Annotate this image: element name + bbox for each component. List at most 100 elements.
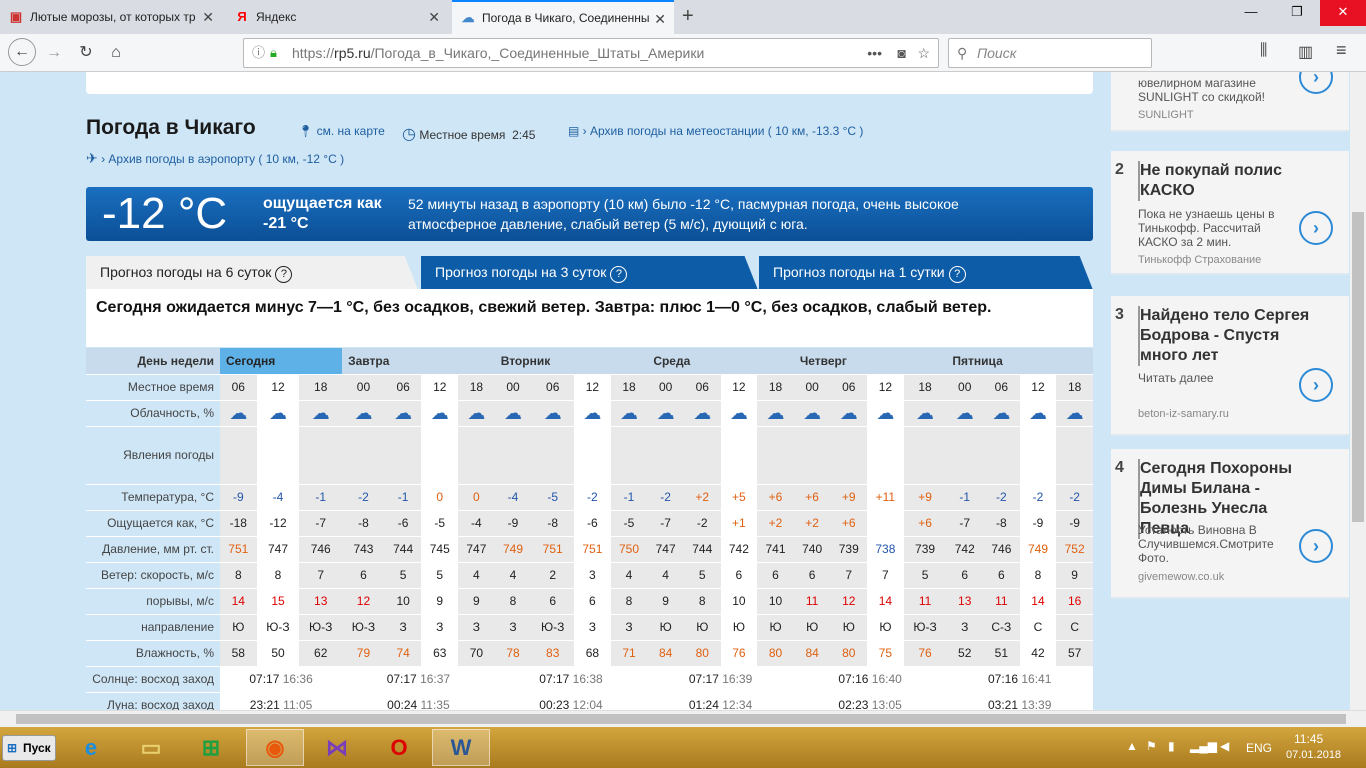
humidity-row-cell: 75 bbox=[867, 640, 904, 667]
vertical-scrollbar[interactable] bbox=[1350, 72, 1366, 710]
temp-row-cell: -4 bbox=[256, 484, 300, 511]
url-bar[interactable]: ⓘ 🔒︎ https://rp5.ru/Погода_в_Чикаго,_Сое… bbox=[243, 38, 939, 68]
archive-airport-link[interactable]: ✈ › Архив погоды в аэропорту ( 10 км, -1… bbox=[86, 150, 344, 167]
archive-icon: ▤ bbox=[568, 124, 580, 138]
phenomena-row: Явления погоды bbox=[86, 426, 1093, 485]
humidity-row-cell: 80 bbox=[683, 640, 721, 667]
phenomena-row-cell bbox=[867, 426, 904, 485]
help-icon[interactable]: ? bbox=[275, 266, 293, 283]
time-row-cell: 06 bbox=[384, 374, 422, 401]
clock-time[interactable]: 11:45 bbox=[1294, 732, 1323, 746]
day-header[interactable]: Пятница bbox=[946, 348, 1093, 375]
day-header[interactable]: Сегодня bbox=[220, 348, 343, 375]
pocket-icon[interactable]: ◙ bbox=[898, 39, 906, 67]
arrow-right-icon[interactable]: › bbox=[1299, 529, 1333, 563]
arrow-right-icon[interactable]: › bbox=[1299, 211, 1333, 245]
ie-icon[interactable]: e bbox=[62, 729, 120, 766]
gust-row-cell: 14 bbox=[867, 588, 904, 615]
tab-forecast-3-days[interactable]: Прогноз погоды на 3 суток? bbox=[421, 256, 758, 290]
phenomena-row-cell bbox=[830, 426, 868, 485]
time-row-cell: 06 bbox=[983, 374, 1020, 401]
day-header[interactable]: Среда bbox=[647, 348, 794, 375]
close-tab-icon[interactable]: ✕ bbox=[428, 9, 440, 26]
more-icon[interactable]: ••• bbox=[867, 39, 882, 67]
pressure-row-cell: 741 bbox=[757, 536, 794, 563]
wind-row-cell: 4 bbox=[494, 562, 532, 589]
ad-4[interactable]: 4 Сегодня Похороны Димы Билана - Болезнь… bbox=[1111, 449, 1349, 599]
feels-row-cell: -8 bbox=[342, 510, 385, 537]
main-column: Погода в Чикаго 📍︎ см. на карте ◷ Местно… bbox=[86, 72, 1093, 710]
battery-icon[interactable]: ▮ bbox=[1168, 739, 1175, 753]
search-input[interactable]: ⚲ Поиск bbox=[948, 38, 1152, 68]
temp-row-cell: -4 bbox=[494, 484, 532, 511]
back-icon[interactable]: ← bbox=[8, 38, 36, 66]
temp-row-cell: -2 bbox=[647, 484, 684, 511]
language-indicator[interactable]: ENG bbox=[1246, 741, 1272, 755]
time-row-cell: 06 bbox=[683, 374, 721, 401]
tab-3[interactable]: ☁ Погода в Чикаго, Соединенны ✕ bbox=[452, 0, 674, 34]
direction-row-cell: З bbox=[421, 614, 459, 641]
help-icon[interactable]: ? bbox=[948, 266, 966, 283]
clock-date[interactable]: 07.01.2018 bbox=[1286, 749, 1341, 761]
visual-studio-icon[interactable]: ⋈ bbox=[308, 729, 366, 766]
flag-icon[interactable]: ⚑ bbox=[1146, 739, 1157, 753]
cloud-row-cell: ☁ bbox=[793, 400, 831, 427]
tab-2[interactable]: Я Яндекс ✕ bbox=[226, 0, 448, 34]
moon-times: 00:24 11:35 bbox=[342, 692, 495, 710]
humidity-row-cell: 78 bbox=[494, 640, 532, 667]
network-icon[interactable]: ▂▄▆ bbox=[1190, 739, 1217, 753]
close-tab-icon[interactable]: ✕ bbox=[654, 11, 666, 28]
cloud-row-cell: ☁ bbox=[903, 400, 947, 427]
help-icon[interactable]: ? bbox=[610, 266, 628, 283]
chevron-up-icon[interactable]: ▲ bbox=[1126, 739, 1138, 753]
firefox-icon[interactable]: ◉ bbox=[246, 729, 304, 766]
cloud-icon: ☁ bbox=[268, 402, 287, 423]
sidebar-icon[interactable]: ▥ bbox=[1298, 42, 1313, 62]
ad-1[interactable]: ювелирном магазине SUNLIGHT со скидкой! … bbox=[1111, 72, 1349, 132]
menu-icon[interactable]: ≡ bbox=[1336, 40, 1347, 61]
pressure-row-cell: 744 bbox=[683, 536, 721, 563]
feels-row-cell: -12 bbox=[256, 510, 300, 537]
scroll-thumb[interactable] bbox=[16, 714, 1346, 724]
forward-icon[interactable]: → bbox=[42, 42, 66, 64]
word-icon[interactable]: W bbox=[432, 729, 490, 766]
explorer-icon[interactable]: ▭ bbox=[122, 729, 180, 766]
info-icon[interactable]: ⓘ bbox=[252, 39, 265, 67]
wind-row-cell: 6 bbox=[946, 562, 984, 589]
store-icon[interactable]: ⊞ bbox=[182, 729, 240, 766]
horizontal-scrollbar[interactable] bbox=[0, 710, 1366, 727]
cloud-icon: ☁ bbox=[467, 402, 486, 423]
page-title: Погода в Чикаго bbox=[86, 116, 256, 139]
arrow-right-icon[interactable]: › bbox=[1299, 368, 1333, 402]
day-header[interactable]: Четверг bbox=[793, 348, 947, 375]
volume-icon[interactable]: ◀︎ bbox=[1220, 739, 1229, 753]
tab-forecast-1-day[interactable]: Прогноз погоды на 1 сутки? bbox=[759, 256, 1093, 290]
time-row-cell: 12 bbox=[1019, 374, 1057, 401]
arrow-right-icon[interactable]: › bbox=[1299, 72, 1333, 94]
ad-3[interactable]: 3 Найдено тело Сергея Бодрова - Спустя м… bbox=[1111, 296, 1349, 436]
new-tab-icon[interactable]: + bbox=[682, 5, 694, 28]
reload-icon[interactable]: ↻ bbox=[74, 42, 98, 64]
wind-row-cell: 3 bbox=[574, 562, 611, 589]
restore-icon[interactable]: ❐ bbox=[1274, 0, 1320, 26]
map-link[interactable]: 📍︎ см. на карте bbox=[298, 124, 385, 138]
close-tab-icon[interactable]: ✕ bbox=[202, 9, 214, 26]
tab-forecast-6-days[interactable]: Прогноз погоды на 6 суток? bbox=[86, 256, 418, 290]
close-window-icon[interactable]: ✕ bbox=[1320, 0, 1366, 26]
day-header[interactable]: Завтра bbox=[342, 348, 495, 375]
tab-1[interactable]: ▣ Лютые морозы, от которых тр ✕ bbox=[0, 0, 222, 34]
gust-row-cell: 6 bbox=[531, 588, 575, 615]
archive-station-link[interactable]: ▤ › Архив погоды на метеостанции ( 10 км… bbox=[568, 124, 863, 138]
ad-2[interactable]: 2 Не покупай полис КАСКО Пока не узнаешь… bbox=[1111, 151, 1349, 275]
bookmark-star-icon[interactable]: ☆ bbox=[917, 39, 930, 67]
home-icon[interactable]: ⌂ bbox=[104, 42, 128, 64]
opera-icon[interactable]: O bbox=[370, 729, 428, 766]
library-icon[interactable]: ⫼ bbox=[1260, 42, 1267, 60]
cloud-icon: ☁ bbox=[656, 402, 675, 423]
start-button[interactable]: ⊞ Пуск bbox=[2, 735, 56, 761]
day-header[interactable]: Вторник bbox=[494, 348, 648, 375]
pressure-row-cell: 746 bbox=[983, 536, 1020, 563]
forecast-table: День недели Сегодня Завтра Вторник Среда Четв… bbox=[86, 348, 1093, 710]
minimize-icon[interactable]: — bbox=[1228, 0, 1274, 26]
scroll-thumb[interactable] bbox=[1352, 212, 1364, 522]
